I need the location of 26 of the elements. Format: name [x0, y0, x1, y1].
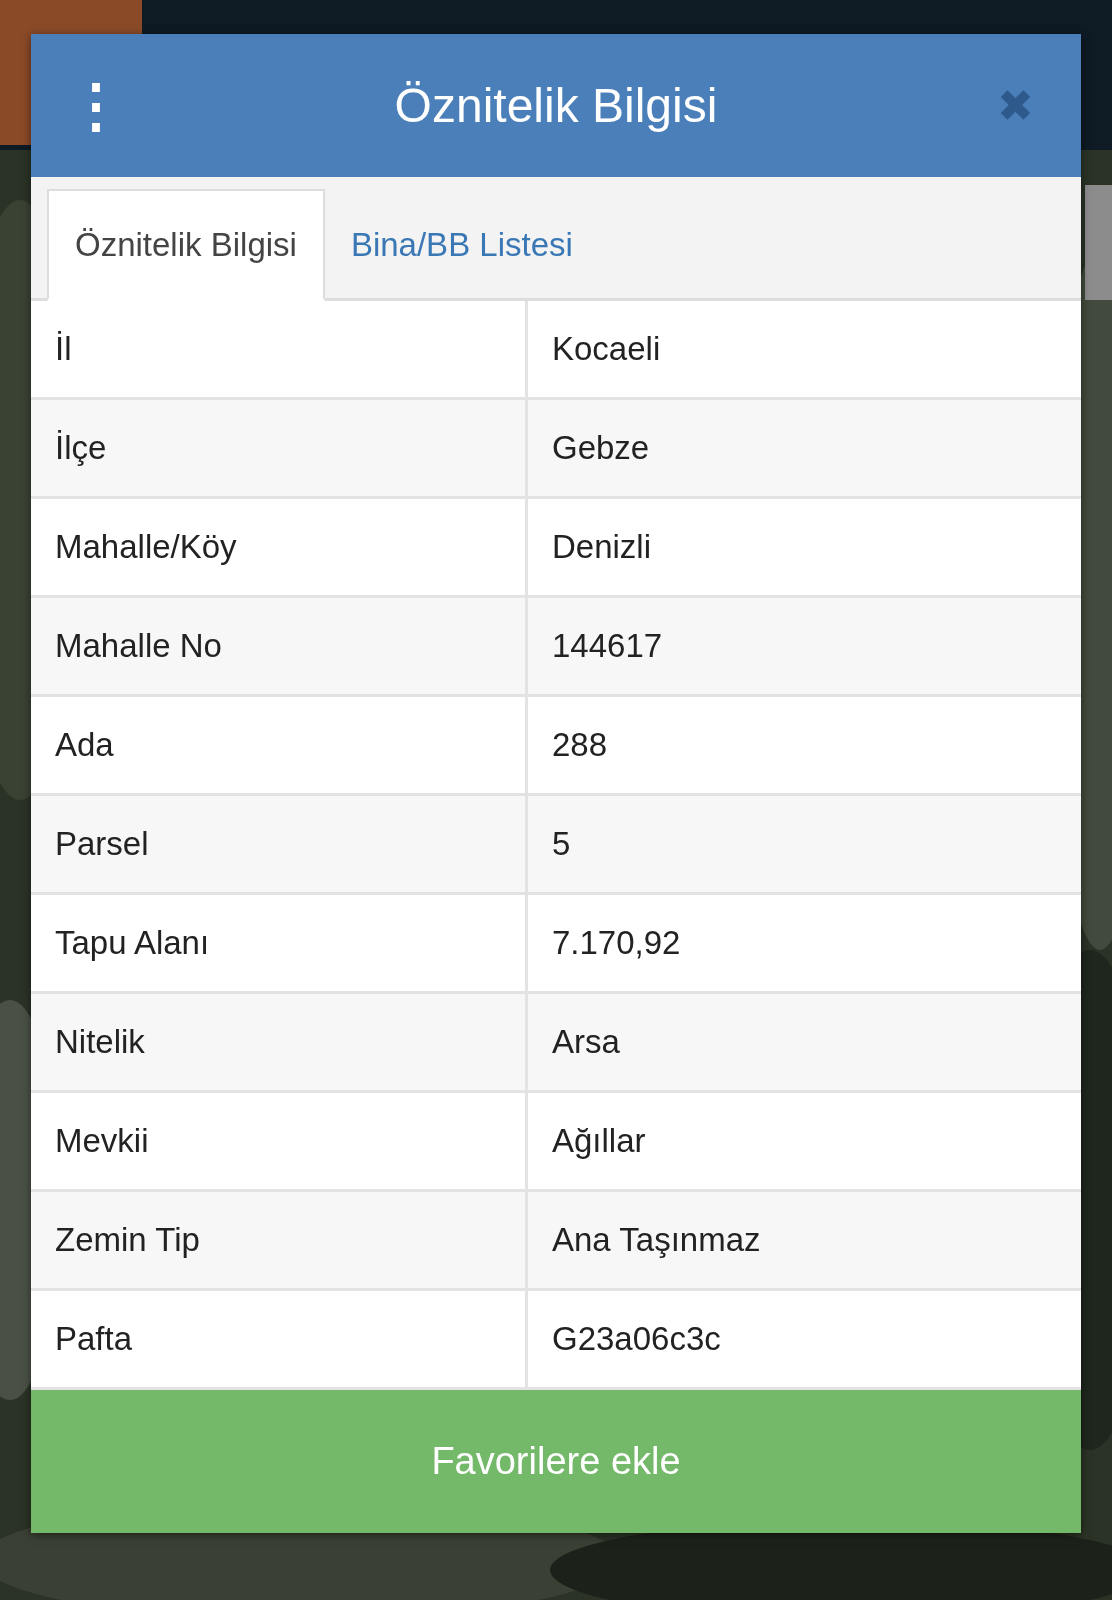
table-cell-text: Mahalle No — [54, 626, 223, 666]
table-cell: 5 — [525, 796, 1081, 892]
table-cell-text: Zemin Tip — [54, 1220, 201, 1260]
table-cell: 144617 — [525, 598, 1081, 694]
table-cell-text: Pafta — [54, 1319, 134, 1359]
tab[interactable]: Bina/BB Listesi — [324, 189, 599, 301]
tab[interactable]: Öznitelik Bilgisi — [47, 189, 325, 301]
table-cell: Gebze — [525, 400, 1081, 496]
table-cell: Arsa — [525, 994, 1081, 1090]
table-cell: Kocaeli — [525, 301, 1081, 397]
table-cell: Ağıllar — [525, 1093, 1081, 1189]
table-cell: Denizli — [525, 499, 1081, 595]
table-cell-text: Mahalle/Köy — [54, 527, 238, 567]
table-cell-text: Nitelik — [54, 1022, 146, 1062]
table-cell-text: İlçe — [54, 428, 108, 468]
table-cell: G23a06c3c — [525, 1291, 1081, 1387]
dialog-title: Öznitelik Bilgisi — [394, 78, 718, 133]
table-cell: 288 — [525, 697, 1081, 793]
table-cell-text: Parsel — [54, 824, 150, 864]
table-cell-text: Ada — [54, 725, 115, 765]
table-cell-text: İl — [54, 329, 73, 369]
table-cell: 7.170,92 — [525, 895, 1081, 991]
table-cell-text: Tapu Alanı — [54, 923, 211, 963]
table-cell-text: Mevkii — [54, 1121, 150, 1161]
favorite-button[interactable]: Favorilere ekle — [31, 1390, 1081, 1533]
table-cell: Ana Taşınmaz — [525, 1192, 1081, 1288]
